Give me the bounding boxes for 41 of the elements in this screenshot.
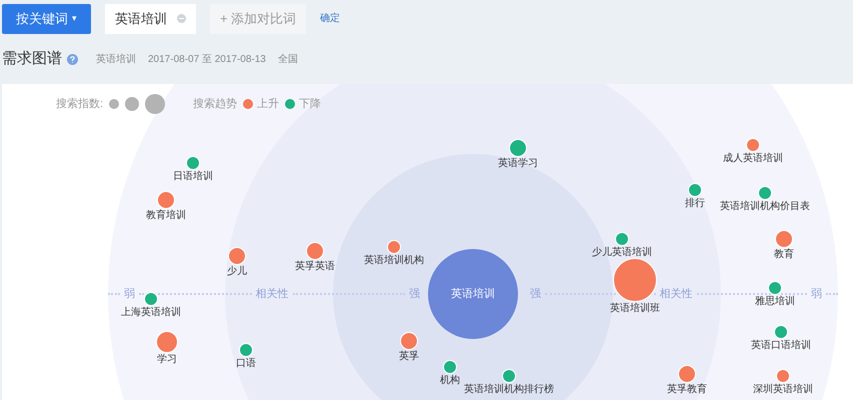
node-label[interactable]: 少儿 <box>227 266 247 278</box>
legend-label: 搜索趋势 <box>193 96 238 112</box>
node-label[interactable]: 排行 <box>685 198 705 210</box>
node-label[interactable]: 英语培训机构 <box>364 255 424 267</box>
node-label[interactable]: 深圳英语培训 <box>753 384 813 396</box>
keyword-field[interactable]: 英语培训 <box>105 4 196 34</box>
axis-label: 相关性 <box>658 286 694 302</box>
axis-label: 相关性 <box>254 286 290 302</box>
node-label[interactable]: 学习 <box>157 354 177 366</box>
node-label[interactable]: 口语 <box>236 358 256 370</box>
node-label[interactable]: 英语学习 <box>498 158 538 170</box>
node-label[interactable]: 英语培训班 <box>610 303 660 315</box>
date-range-text: 2017-08-07 至 2017-08-13 <box>148 52 266 66</box>
legend-label: 下降 <box>299 96 322 112</box>
keyword-mode-button[interactable]: 按关键词 ▾ <box>2 4 91 34</box>
clear-icon[interactable] <box>177 14 186 23</box>
node-label[interactable]: 教育 <box>774 249 794 261</box>
confirm-link[interactable]: 确定 <box>320 11 340 26</box>
help-icon[interactable] <box>67 54 78 64</box>
node-label[interactable]: 少儿英语培训 <box>592 247 652 259</box>
node-label[interactable]: 英孚教育 <box>667 384 707 396</box>
node-label[interactable]: 教育培训 <box>146 210 186 222</box>
axis-label: 强 <box>529 287 542 302</box>
axis-label: 弱 <box>123 287 136 302</box>
node-label[interactable]: 日语培训 <box>173 171 213 183</box>
node-label[interactable]: 英孚 <box>399 351 419 363</box>
keyword-text: 英语培训 <box>96 52 136 66</box>
axis-label: 强 <box>408 287 421 302</box>
node-label[interactable]: 成人英语培训 <box>723 153 783 165</box>
node-label[interactable]: 雅思培训 <box>755 296 795 308</box>
node-label[interactable]: 英孚英语 <box>295 261 335 273</box>
node-label[interactable]: 英语培训机构排行榜 <box>464 384 554 396</box>
legend-label: 上升 <box>257 96 280 112</box>
node-label[interactable]: 英语口语培训 <box>751 340 811 352</box>
section-title: 需求图谱 <box>2 48 62 69</box>
region-text: 全国 <box>278 52 298 66</box>
axis-label: 弱 <box>810 287 823 302</box>
legend-label: 搜索指数: <box>56 96 104 112</box>
node-label[interactable]: 英语培训机构价目表 <box>720 201 810 213</box>
node-label[interactable]: 机构 <box>440 375 460 387</box>
node-label[interactable]: 上海英语培训 <box>121 307 181 319</box>
